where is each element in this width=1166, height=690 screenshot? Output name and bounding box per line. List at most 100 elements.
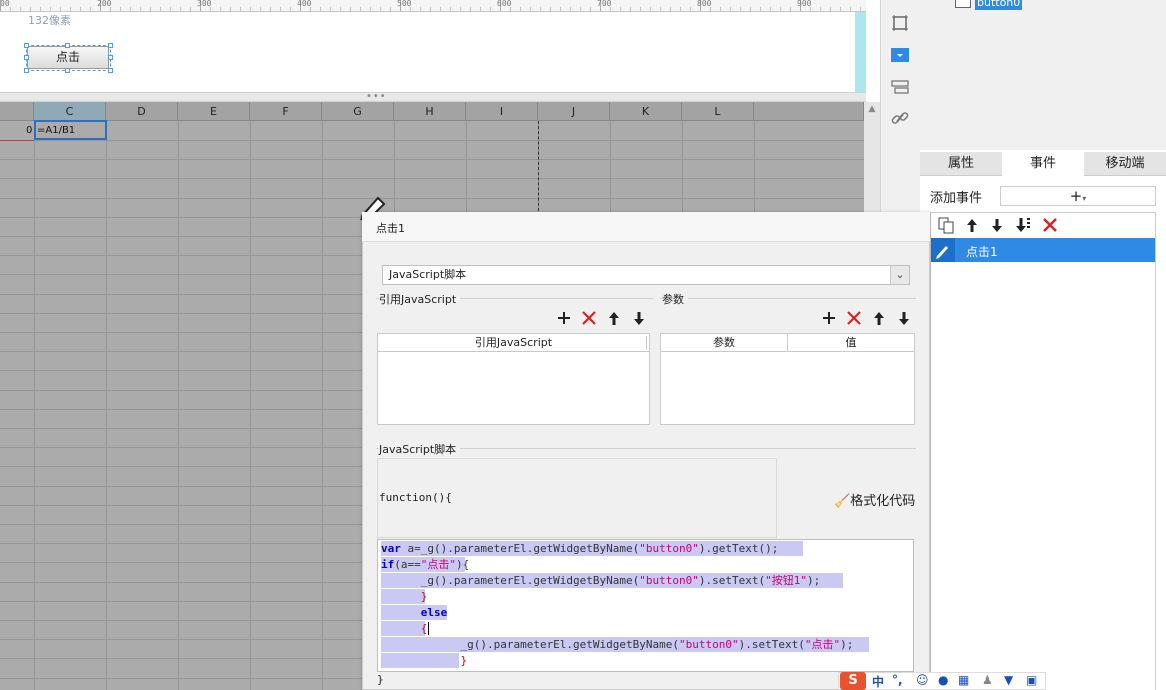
emoji-icon[interactable]: ☺ xyxy=(916,673,929,687)
move-up-icon[interactable] xyxy=(871,310,887,326)
tab-properties[interactable]: 属性 xyxy=(920,152,1002,176)
widget-button0[interactable]: 点击 xyxy=(27,46,109,69)
pane-splitter[interactable]: ••• xyxy=(0,91,866,102)
params-table[interactable]: 参数 值 xyxy=(660,333,915,425)
page-break-line xyxy=(538,121,539,216)
edit-pencil-icon[interactable] xyxy=(931,238,955,262)
column-header[interactable]: G xyxy=(322,102,394,121)
function-header: function(){ xyxy=(379,491,452,504)
code-line: { xyxy=(381,621,430,636)
column-header[interactable]: D xyxy=(106,102,178,121)
microphone-icon[interactable]: ● xyxy=(938,673,948,687)
size-hint: 132像素 xyxy=(28,14,71,27)
event-list xyxy=(930,238,1156,690)
move-down-icon[interactable] xyxy=(896,310,912,326)
column-divider xyxy=(646,336,647,350)
code-editor[interactable]: var a=_g().parameterEl.getWidgetByName("… xyxy=(377,539,914,672)
column-header[interactable]: L xyxy=(682,102,754,121)
format-code-button[interactable]: 🧹格式化代码 xyxy=(834,490,915,509)
column-header[interactable]: I xyxy=(466,102,538,121)
keyboard-icon[interactable]: ▦ xyxy=(958,673,969,687)
params-section-label: 参数 xyxy=(662,291,688,307)
delete-icon[interactable] xyxy=(846,310,862,326)
grid-row-line xyxy=(0,140,864,141)
column-header[interactable]: C xyxy=(34,102,106,121)
resize-handle[interactable] xyxy=(24,43,29,48)
splitter-grip-icon[interactable]: ••• xyxy=(366,91,387,102)
ime-mode-toggle[interactable]: 中 xyxy=(872,673,884,690)
widget-tree-panel xyxy=(920,0,1166,150)
column-header[interactable]: J xyxy=(538,102,610,121)
grid-column-line xyxy=(250,121,251,690)
corner-cell[interactable] xyxy=(0,102,34,121)
button-node-icon xyxy=(955,0,971,8)
resize-handle[interactable] xyxy=(65,68,70,73)
broom-icon: 🧹 xyxy=(834,494,851,509)
link-tool-icon[interactable] xyxy=(890,108,910,128)
skin-icon[interactable]: ▼ xyxy=(1004,673,1013,687)
resize-handle[interactable] xyxy=(24,55,29,60)
tree-node-button0[interactable]: button0 xyxy=(975,0,1023,10)
resize-handle[interactable] xyxy=(24,68,29,73)
event-item-click1[interactable] xyxy=(931,238,1155,262)
grid-column-line xyxy=(106,121,107,690)
add-event-plus: + xyxy=(1069,187,1083,205)
param-value-header[interactable]: 值 xyxy=(787,334,914,352)
property-tabs: 属性 事件 移动端 xyxy=(920,152,1166,176)
tab-mobile[interactable]: 移动端 xyxy=(1084,152,1166,176)
parameter-canvas[interactable]: 132像素 点击 xyxy=(0,12,866,92)
grid-row-line xyxy=(0,178,864,179)
column-header-blank[interactable] xyxy=(754,102,864,121)
column-header[interactable]: E xyxy=(178,102,250,121)
add-event-button[interactable]: +▾ xyxy=(1000,186,1156,206)
move-up-icon[interactable] xyxy=(606,310,622,326)
active-cell-border[interactable] xyxy=(34,120,107,140)
code-line: _g().parameterEl.getWidgetByName("button… xyxy=(381,573,843,588)
frame-tool-icon[interactable] xyxy=(890,13,910,33)
column-header[interactable]: K xyxy=(610,102,682,121)
sogou-logo-icon[interactable]: S xyxy=(840,672,866,690)
resize-handle[interactable] xyxy=(108,43,113,48)
resize-handle[interactable] xyxy=(108,55,113,60)
move-down-icon[interactable] xyxy=(988,216,1006,234)
layout-tool-icon[interactable] xyxy=(890,77,910,97)
horizontal-ruler: 00 200 300 400 500 600 700 800 900 xyxy=(0,0,866,12)
canvas-boundary-bar xyxy=(855,12,866,92)
resize-handle[interactable] xyxy=(65,43,70,48)
user-icon[interactable]: ♟ xyxy=(982,673,993,687)
ref-js-table[interactable]: 引用JavaScript xyxy=(377,333,650,425)
ref-js-column-header[interactable]: 引用JavaScript xyxy=(378,334,649,352)
event-item-label: 点击1 xyxy=(966,245,998,259)
dialog-titlebar[interactable] xyxy=(362,212,930,242)
grid-column-line xyxy=(322,121,323,690)
punctuation-icon[interactable]: °, xyxy=(892,673,903,687)
tab-events[interactable]: 事件 xyxy=(1002,152,1084,176)
chevron-down-icon[interactable]: ⌄ xyxy=(890,266,909,284)
grid-row-line xyxy=(0,198,864,199)
grid-row-line xyxy=(0,159,864,160)
delete-icon[interactable] xyxy=(1041,216,1059,234)
format-code-label: 格式化代码 xyxy=(850,494,916,509)
toolbox-icon[interactable]: ▣ xyxy=(1026,673,1037,687)
column-header[interactable]: F xyxy=(250,102,322,121)
add-icon[interactable] xyxy=(821,310,837,326)
row-marker xyxy=(0,140,34,141)
move-down-icon[interactable] xyxy=(631,310,647,326)
resize-handle[interactable] xyxy=(108,68,113,73)
dropdown-widget-icon[interactable] xyxy=(890,45,910,65)
scroll-up-icon[interactable]: ▲ xyxy=(864,104,880,118)
add-icon[interactable] xyxy=(556,310,572,326)
copy-icon[interactable] xyxy=(937,216,955,234)
section-rule xyxy=(660,298,916,299)
delete-icon[interactable] xyxy=(581,310,597,326)
script-section-label: JavaScript脚本 xyxy=(379,441,461,457)
move-up-icon[interactable] xyxy=(963,216,981,234)
add-event-label: 添加事件 xyxy=(930,191,983,206)
code-line: } xyxy=(381,589,428,604)
column-header[interactable]: H xyxy=(394,102,466,121)
chevron-down-icon: ▾ xyxy=(1082,194,1087,203)
param-name-header[interactable]: 参数 xyxy=(661,334,787,352)
event-type-select[interactable]: JavaScript脚本 xyxy=(382,265,910,285)
move-bottom-icon[interactable] xyxy=(1013,216,1033,234)
code-line: var a=_g().parameterEl.getWidgetByName("… xyxy=(381,541,803,556)
